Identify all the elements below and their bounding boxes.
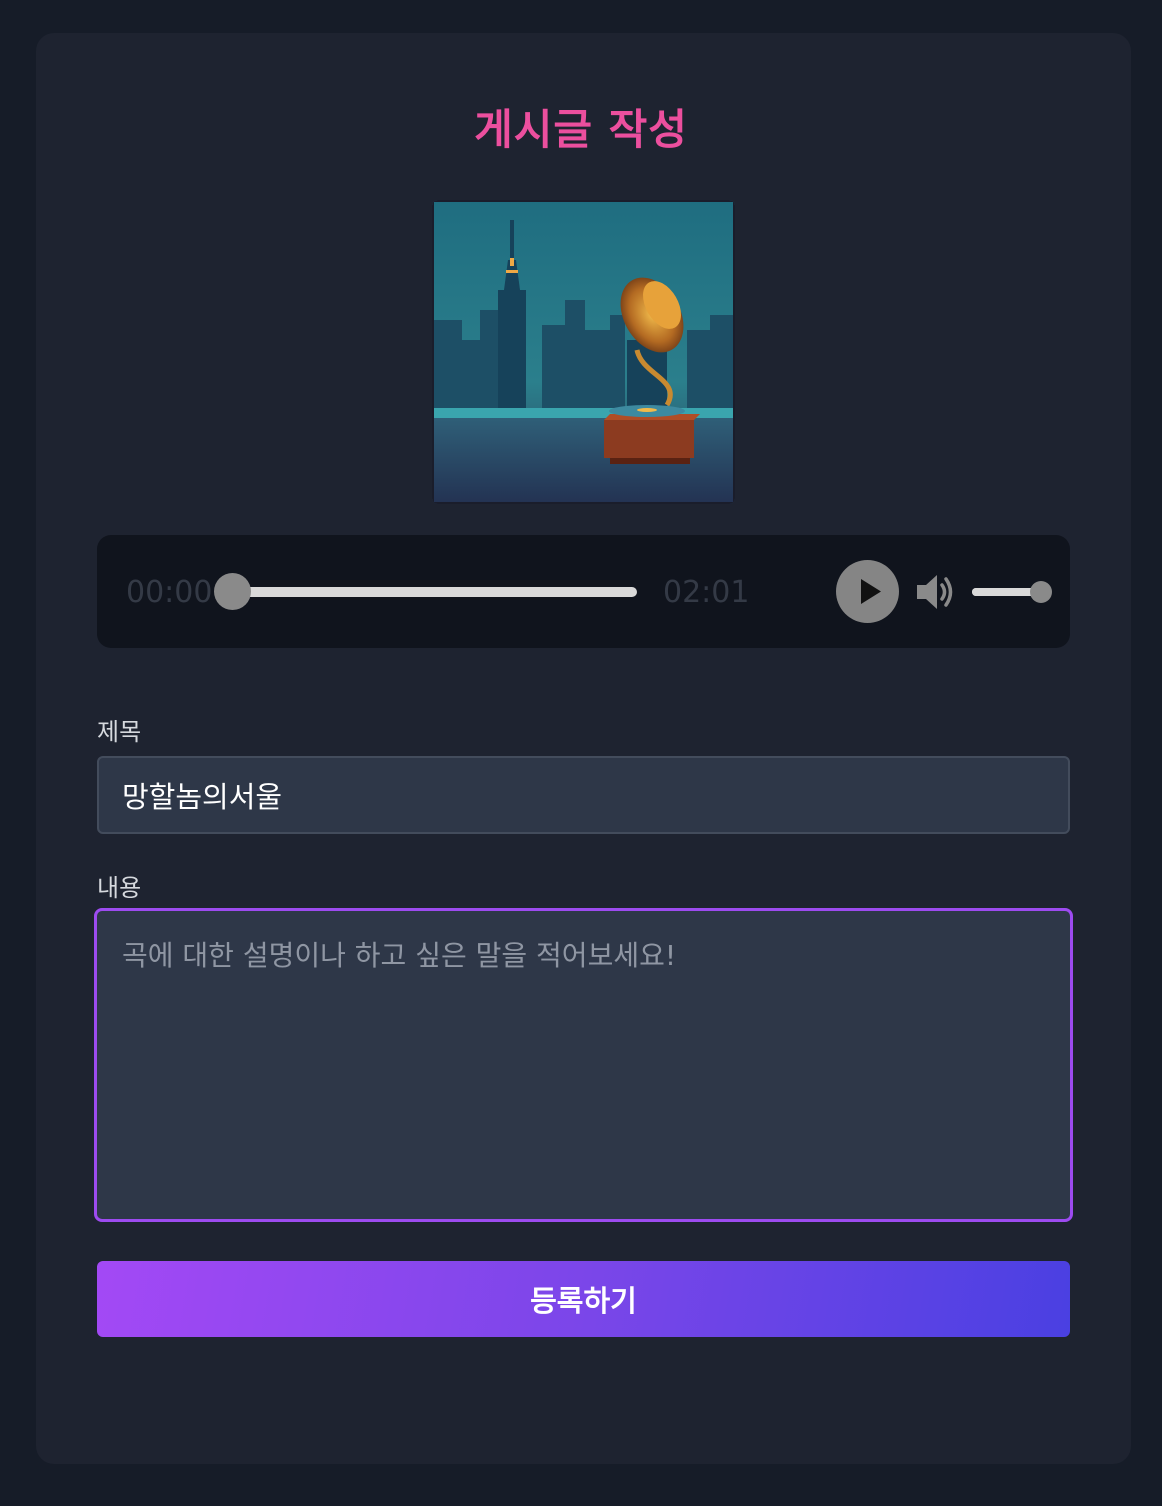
- title-input[interactable]: [97, 756, 1070, 834]
- progress-thumb[interactable]: [214, 573, 251, 610]
- play-button[interactable]: [836, 560, 899, 623]
- play-icon: [861, 579, 881, 604]
- title-label: 제목: [97, 718, 142, 746]
- progress-bar[interactable]: [233, 587, 637, 597]
- page-title: 게시글 작성: [474, 105, 688, 154]
- submit-button[interactable]: 등록하기: [97, 1261, 1070, 1337]
- content-textarea[interactable]: [94, 908, 1073, 1222]
- volume-icon[interactable]: [915, 572, 957, 612]
- content-label: 내용: [97, 874, 142, 902]
- current-time: 00:00: [126, 575, 213, 610]
- album-cover-image: [432, 200, 735, 504]
- volume-thumb[interactable]: [1030, 581, 1052, 603]
- total-time: 02:01: [663, 575, 750, 610]
- audio-player: 00:00 02:01: [97, 535, 1070, 648]
